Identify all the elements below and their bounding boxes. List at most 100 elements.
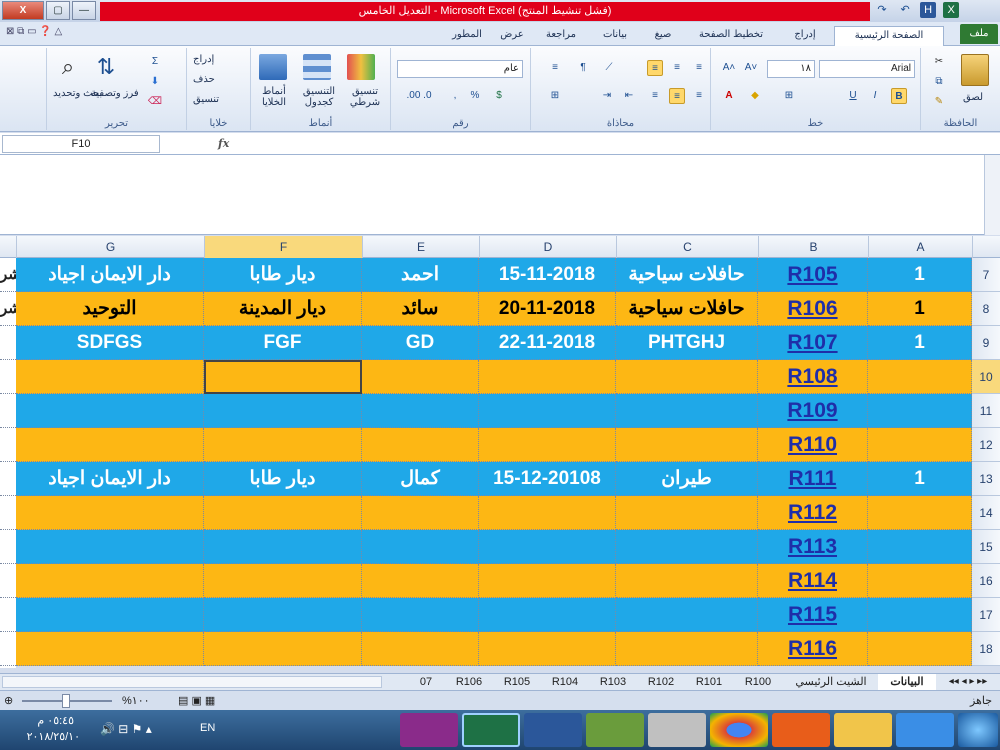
tray-icons[interactable]: 🔊 ⊟ ⚑ ▴ — [100, 722, 152, 736]
wrap-text-icon[interactable]: ≡ — [547, 60, 563, 76]
insert-cells-button[interactable]: إدراج — [193, 54, 214, 65]
zoom-thumb[interactable] — [62, 694, 70, 708]
align-center-icon[interactable]: ≡ — [669, 88, 685, 104]
shrink-font-icon[interactable]: A˅ — [743, 60, 759, 76]
paint-icon[interactable] — [586, 713, 644, 747]
zoom-out-icon[interactable]: ⊕ — [4, 694, 13, 707]
select-all-corner[interactable] — [972, 236, 1000, 258]
underline-button[interactable]: U — [845, 88, 861, 104]
row-header-18[interactable]: 18 — [972, 632, 1000, 666]
cell-h14[interactable] — [0, 496, 16, 530]
comma-icon[interactable]: , — [447, 88, 463, 104]
row-header-12[interactable]: 12 — [972, 428, 1000, 462]
help-icon[interactable]: ⊠ ⧉ ▭ ❓ △ — [6, 26, 62, 37]
column-header-b[interactable]: B — [758, 236, 868, 258]
sheet-tab-r105[interactable]: R105 — [494, 674, 540, 690]
cell-h16[interactable] — [0, 564, 16, 598]
borders-icon[interactable]: ⊞ — [781, 88, 797, 104]
cell-h8[interactable]: شر — [0, 292, 16, 326]
tab-home[interactable]: الصفحة الرئيسية — [834, 26, 944, 47]
row-header-11[interactable]: 11 — [972, 394, 1000, 428]
zoom-level[interactable]: %١٠٠ — [122, 694, 150, 707]
conditional-format-label[interactable]: تنسيق شرطي — [343, 86, 387, 108]
column-header-g[interactable]: G — [16, 236, 204, 258]
number-format-select[interactable]: عام — [397, 60, 523, 78]
format-painter-icon[interactable]: ✎ — [931, 94, 947, 110]
cell-h18[interactable] — [0, 632, 16, 666]
column-header-f[interactable]: F — [204, 236, 362, 258]
fill-icon[interactable]: ⬇ — [147, 74, 163, 90]
winrar-icon[interactable] — [400, 713, 458, 747]
font-size-select[interactable]: ١٨ — [767, 60, 815, 78]
formula-input[interactable] — [0, 155, 1000, 235]
sheet-tab-07[interactable]: 07 — [408, 674, 444, 690]
decimal-icon[interactable]: .00 .0 — [399, 88, 439, 104]
cell-h15[interactable] — [0, 530, 16, 564]
tab-insert[interactable]: إدراج — [780, 26, 830, 46]
paste-label[interactable]: لصق — [963, 92, 983, 103]
font-color-icon[interactable]: A — [721, 88, 737, 104]
tab-file[interactable]: ملف — [960, 24, 998, 44]
grow-font-icon[interactable]: A˄ — [721, 60, 737, 76]
conditional-format-icon[interactable] — [347, 54, 375, 80]
ie-icon[interactable] — [896, 713, 954, 747]
cell-styles-label[interactable]: أنماط الخلايا — [253, 86, 295, 108]
cell-h13[interactable] — [0, 462, 16, 496]
cut-icon[interactable]: ✂ — [931, 54, 947, 70]
binoculars-icon[interactable]: ⌕ — [55, 54, 81, 80]
row-header-8[interactable]: 8 — [972, 292, 1000, 326]
tab-review[interactable]: مراجعة — [536, 26, 586, 46]
sort-filter-icon[interactable]: ⇅ — [93, 54, 119, 80]
row-header-10[interactable]: 10 — [972, 360, 1000, 394]
indent-icon[interactable]: ⇥ — [599, 88, 615, 104]
horizontal-scrollbar[interactable] — [2, 676, 382, 688]
tab-view[interactable]: عرض — [492, 26, 532, 46]
sheet-tab-r100[interactable]: R100 — [734, 674, 782, 690]
sheet-tab-r103[interactable]: R103 — [590, 674, 636, 690]
column-header-a[interactable]: A — [868, 236, 972, 258]
sheet-nav-icon[interactable]: ◂◂ ◂ ▸ ▸▸ — [938, 674, 998, 690]
column-header-c[interactable]: C — [616, 236, 758, 258]
outdent-icon[interactable]: ⇤ — [621, 88, 637, 104]
bold-button[interactable]: B — [891, 88, 907, 104]
format-table-label[interactable]: التنسيق كجدول — [297, 86, 341, 108]
column-header-d[interactable]: D — [479, 236, 616, 258]
percent-icon[interactable]: % — [467, 88, 483, 104]
text-direction-icon[interactable]: ¶ — [575, 60, 591, 76]
delete-cells-button[interactable]: حذف — [193, 74, 215, 85]
view-buttons-icon[interactable]: ▤ ▣ ▦ — [178, 694, 215, 707]
sort-filter-label[interactable]: فرز وتصفية — [91, 88, 139, 99]
merge-center-icon[interactable]: ⊞ — [547, 88, 563, 104]
font-name-select[interactable]: Arial — [819, 60, 915, 78]
sheet-tab-data[interactable]: البيانات — [878, 674, 936, 690]
format-cells-button[interactable]: تنسيق — [193, 94, 219, 105]
folder-icon[interactable] — [834, 713, 892, 747]
redo-icon[interactable]: ↷ — [874, 2, 890, 18]
copy-icon[interactable]: ⧉ — [931, 74, 947, 90]
media-player-icon[interactable] — [772, 713, 830, 747]
insert-function-icon[interactable]: fx — [218, 135, 242, 153]
column-header-e[interactable]: E — [362, 236, 479, 258]
cell-h10[interactable] — [0, 360, 16, 394]
save-icon[interactable]: H — [920, 2, 937, 18]
cell-h12[interactable] — [0, 428, 16, 462]
sheet-tab-r104[interactable]: R104 — [542, 674, 588, 690]
undo-icon[interactable]: ↶ — [897, 2, 913, 18]
sheet-tab-r102[interactable]: R102 — [638, 674, 684, 690]
sheet-tab-main[interactable]: الشيت الرئيسي — [786, 674, 876, 690]
close-button[interactable]: X — [2, 1, 44, 20]
paste-icon[interactable] — [961, 54, 989, 86]
formula-scrollbar[interactable] — [984, 155, 1000, 235]
cell-h11[interactable] — [0, 394, 16, 428]
align-top-icon[interactable]: ≡ — [669, 60, 685, 76]
fill-color-icon[interactable]: ◆ — [747, 88, 763, 104]
start-button[interactable] — [958, 713, 998, 747]
tab-formulas[interactable]: صيغ — [644, 26, 682, 46]
row-header-16[interactable]: 16 — [972, 564, 1000, 598]
tab-developer[interactable]: المطور — [446, 26, 488, 46]
sheet-tab-r101[interactable]: R101 — [686, 674, 732, 690]
row-header-14[interactable]: 14 — [972, 496, 1000, 530]
align-right-icon[interactable]: ≡ — [691, 88, 707, 104]
row-header-7[interactable]: 7 — [972, 258, 1000, 292]
format-as-table-icon[interactable] — [303, 54, 331, 80]
